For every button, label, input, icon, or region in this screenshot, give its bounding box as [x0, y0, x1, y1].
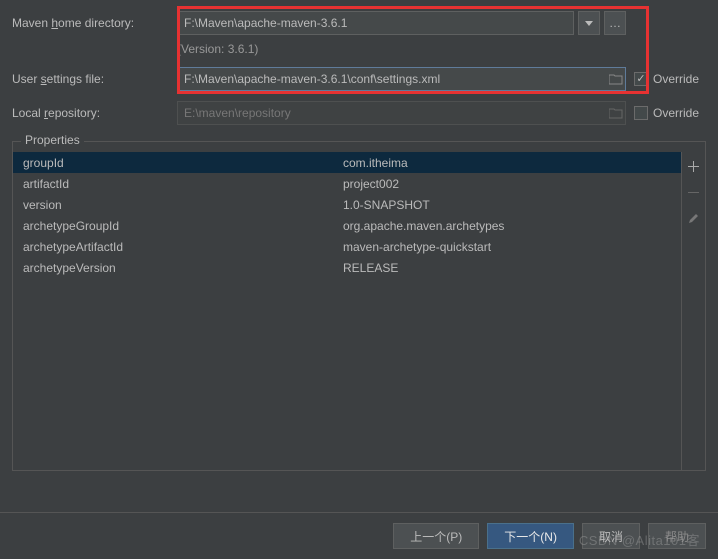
properties-table[interactable]: groupIdcom.itheimaartifactIdproject002ve…	[13, 152, 681, 470]
table-row[interactable]: archetypeGroupIdorg.apache.maven.archety…	[13, 215, 681, 236]
next-button[interactable]: 下一个(N)	[487, 523, 574, 549]
property-key: archetypeGroupId	[23, 219, 343, 233]
property-key: archetypeArtifactId	[23, 240, 343, 254]
checkbox-icon	[634, 106, 648, 120]
maven-home-label: Maven home directory:	[12, 16, 177, 30]
help-button[interactable]: 帮助	[648, 523, 706, 549]
local-repo-input	[177, 101, 626, 125]
property-value: 1.0-SNAPSHOT	[343, 198, 430, 212]
chevron-down-icon	[585, 21, 593, 26]
local-repo-label: Local repository:	[12, 106, 177, 120]
user-settings-label: User settings file:	[12, 72, 177, 86]
property-value: RELEASE	[343, 261, 398, 275]
cancel-button[interactable]: 取消	[582, 523, 640, 549]
edit-button[interactable]	[684, 208, 704, 228]
minus-icon	[688, 187, 699, 198]
table-row[interactable]: archetypeArtifactIdmaven-archetype-quick…	[13, 236, 681, 257]
local-repo-override[interactable]: Override	[634, 106, 706, 120]
user-settings-override[interactable]: Override	[634, 72, 706, 86]
table-row[interactable]: archetypeVersionRELEASE	[13, 257, 681, 278]
property-key: artifactId	[23, 177, 343, 191]
previous-button[interactable]: 上一个(P)	[393, 523, 479, 549]
pencil-icon	[688, 213, 699, 224]
property-value: org.apache.maven.archetypes	[343, 219, 504, 233]
property-value: com.itheima	[343, 156, 408, 170]
remove-button[interactable]	[684, 182, 704, 202]
maven-home-input[interactable]	[177, 11, 574, 35]
local-repo-row: Local repository: Override	[12, 100, 706, 126]
property-value: project002	[343, 177, 399, 191]
table-row[interactable]: artifactIdproject002	[13, 173, 681, 194]
maven-home-dropdown-button[interactable]	[578, 11, 600, 35]
property-value: maven-archetype-quickstart	[343, 240, 491, 254]
override-label: Override	[653, 106, 699, 120]
add-button[interactable]	[684, 156, 704, 176]
maven-version-text: (Version: 3.6.1)	[12, 42, 706, 56]
table-row[interactable]: version1.0-SNAPSHOT	[13, 194, 681, 215]
maven-home-row: Maven home directory: … X	[12, 10, 706, 36]
maven-home-browse-button[interactable]: …	[604, 11, 626, 35]
property-key: groupId	[23, 156, 343, 170]
folder-icon[interactable]	[606, 67, 626, 91]
properties-title: Properties	[21, 133, 84, 147]
checkbox-icon	[634, 72, 648, 86]
settings-form: Maven home directory: … X (Version: 3.6.…	[0, 0, 718, 126]
plus-icon	[688, 161, 699, 172]
override-label: Override	[653, 72, 699, 86]
user-settings-input[interactable]	[177, 67, 626, 91]
properties-panel: Properties groupIdcom.itheimaartifactIdp…	[12, 141, 706, 471]
property-key: version	[23, 198, 343, 212]
user-settings-row: User settings file: Override	[12, 66, 706, 92]
dialog-button-bar: 上一个(P) 下一个(N) 取消 帮助	[0, 512, 718, 559]
property-key: archetypeVersion	[23, 261, 343, 275]
properties-toolbar	[681, 152, 705, 470]
table-row[interactable]: groupIdcom.itheima	[13, 152, 681, 173]
folder-icon	[606, 101, 626, 125]
